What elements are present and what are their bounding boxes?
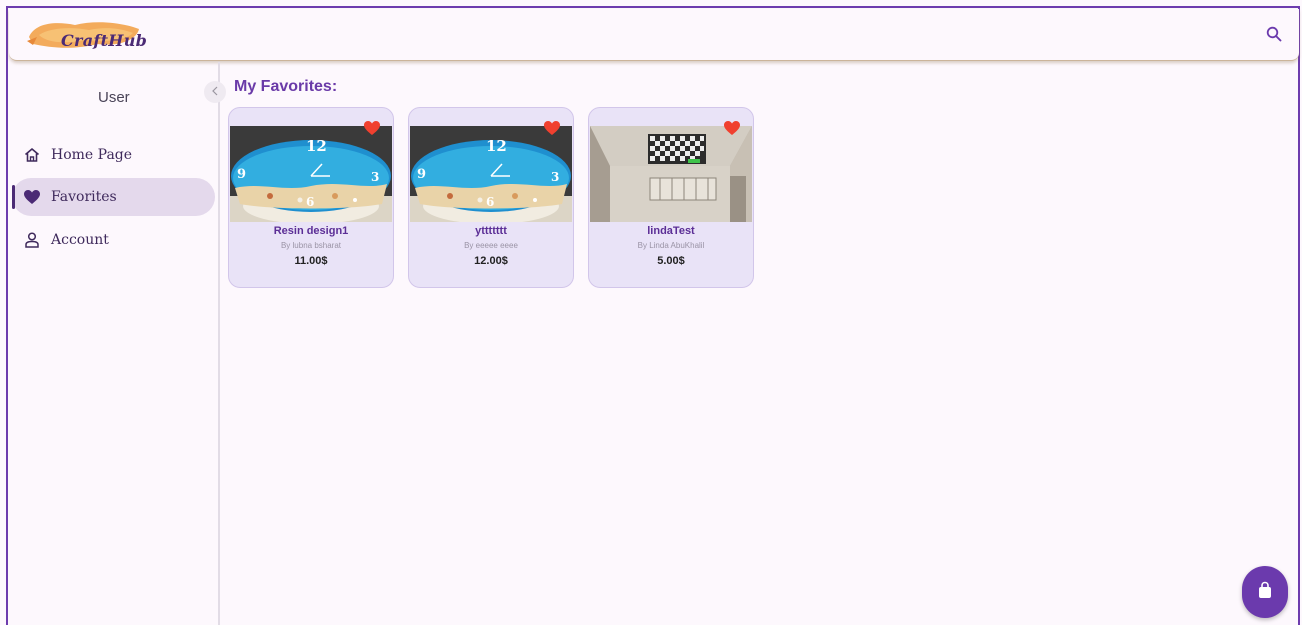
active-indicator — [12, 185, 15, 209]
user-label: User — [98, 89, 130, 106]
svg-text:9: 9 — [417, 167, 426, 182]
product-card[interactable]: 12 9 3 6 yttttttt By eeeee eeee 12.00$ — [408, 107, 574, 288]
product-card[interactable]: 12 9 3 6 Resin design1 By lubna bsharat … — [228, 107, 394, 288]
product-price: 11.00$ — [294, 255, 328, 267]
search-icon — [1266, 26, 1282, 47]
sidebar-item-home-page[interactable]: Home Page — [12, 136, 215, 174]
svg-text:3: 3 — [371, 170, 379, 184]
product-author: By Linda AbuKhalil — [637, 241, 705, 250]
top-app-bar: CraftHub — [9, 9, 1299, 61]
product-price: 5.00$ — [657, 255, 685, 267]
product-image: 12 9 3 6 — [410, 126, 572, 222]
chevron-left-icon — [211, 85, 219, 99]
sidebar-item-label: Home Page — [51, 147, 133, 163]
svg-text:9: 9 — [237, 167, 246, 182]
svg-text:3: 3 — [551, 170, 559, 184]
product-author: By lubna bsharat — [280, 241, 342, 250]
sidebar-item-favorites[interactable]: Favorites — [12, 178, 215, 216]
collapse-sidebar-button[interactable] — [204, 81, 226, 103]
product-image — [590, 126, 752, 222]
svg-text:12: 12 — [306, 137, 327, 155]
sidebar-item-label: Account — [51, 232, 109, 248]
product-image: 12 9 3 6 — [230, 126, 392, 222]
search-button[interactable] — [1263, 25, 1285, 47]
favorite-heart-icon[interactable] — [723, 120, 741, 136]
shopping-bag-icon — [1257, 581, 1273, 604]
svg-text:6: 6 — [306, 195, 314, 209]
favorite-heart-icon[interactable] — [363, 120, 381, 136]
svg-text:12: 12 — [486, 137, 507, 155]
sidebar-item-label: Favorites — [51, 189, 117, 205]
product-card[interactable]: lindaTest By Linda AbuKhalil 5.00$ — [588, 107, 754, 288]
favorite-heart-icon[interactable] — [543, 120, 561, 136]
svg-text:6: 6 — [486, 195, 494, 209]
heart-icon — [21, 186, 43, 208]
product-author: By eeeee eeee — [464, 241, 518, 250]
sidebar-item-account[interactable]: Account — [12, 221, 215, 259]
page-title: My Favorites: — [234, 78, 338, 95]
product-title: lindaTest — [647, 225, 695, 237]
home-icon — [21, 144, 43, 166]
product-title: Resin design1 — [273, 225, 349, 237]
logo-text: CraftHub — [61, 31, 148, 50]
product-price: 12.00$ — [474, 255, 508, 267]
person-icon — [21, 229, 43, 251]
product-title: yttttttt — [475, 225, 507, 237]
craft-hub-logo[interactable]: CraftHub — [25, 17, 147, 51]
cart-fab-button[interactable] — [1242, 566, 1288, 618]
sidebar: User Home Page Favorites Account — [8, 62, 226, 625]
